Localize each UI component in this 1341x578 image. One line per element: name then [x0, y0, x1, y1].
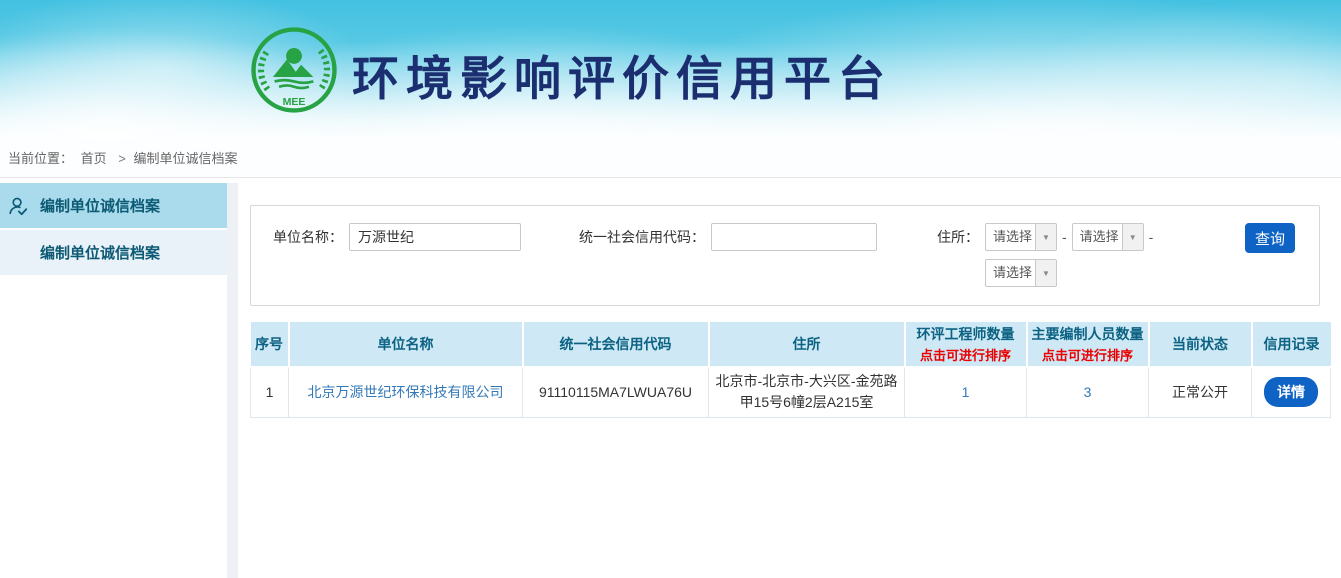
credit-code-label: 统一社会信用代码： [579, 223, 705, 251]
cell-credit-code: 91110115MA7LWUA76U [523, 367, 709, 417]
breadcrumb-separator: > [118, 151, 126, 166]
mee-logo: MEE [250, 26, 338, 114]
cell-address: 北京市-北京市-大兴区-金苑路甲15号6幢2层A215室 [709, 367, 905, 417]
chevron-down-icon: ▼ [1035, 224, 1056, 250]
credit-code-input[interactable] [711, 223, 877, 251]
sidebar-divider [227, 183, 238, 578]
col-header-status: 当前状态 [1149, 322, 1252, 367]
address-select-group: 请选择 ▼ - 请选择 ▼ - 请选择 [985, 223, 1158, 295]
col-header-engineer-count: 环评工程师数量 点击可进行排序 [905, 322, 1027, 367]
results-table: 序号 单位名称 统一社会信用代码 住所 环评工程师数量 点击可进行排序 主要编制… [250, 322, 1331, 418]
staff-count-sort[interactable]: 点击可进行排序 [1032, 345, 1144, 364]
address-dash: - [1149, 223, 1154, 251]
sidebar-subitem-unit-credit-archive[interactable]: 编制单位诚信档案 [0, 230, 227, 275]
engineer-count-link[interactable]: 1 [962, 384, 970, 400]
unit-name-label: 单位名称： [273, 223, 343, 251]
table-row: 1 北京万源世纪环保科技有限公司 91110115MA7LWUA76U 北京市-… [251, 367, 1331, 417]
col-header-credit-code: 统一社会信用代码 [523, 322, 709, 367]
breadcrumb-prefix: 当前位置： [8, 151, 73, 166]
col-header-unit-name: 单位名称 [289, 322, 523, 367]
site-title: 环境影响评价信用平台 [352, 40, 892, 109]
content: 编制单位诚信档案 编制单位诚信档案 单位名称： 统一社会信用代码： 住所： [0, 183, 1341, 578]
col-header-credit-record: 信用记录 [1252, 322, 1331, 367]
page: MEE 环境影响评价信用平台 当前位置： 首页 > 编制单位诚信档案 编制单位诚… [0, 0, 1341, 578]
cell-status: 正常公开 [1149, 367, 1252, 417]
sidebar-item-unit-credit-archive[interactable]: 编制单位诚信档案 [0, 183, 227, 228]
sidebar-item-label: 编制单位诚信档案 [40, 195, 160, 216]
staff-count-link[interactable]: 3 [1084, 384, 1092, 400]
query-button[interactable]: 查询 [1245, 223, 1295, 253]
cell-index: 1 [251, 367, 289, 417]
user-check-icon [7, 195, 29, 217]
sidebar-subitem-label: 编制单位诚信档案 [40, 242, 160, 263]
address-label: 住所： [937, 223, 979, 251]
chevron-down-icon: ▼ [1035, 260, 1056, 286]
mee-emblem-icon: MEE [250, 26, 338, 114]
unit-name-link[interactable]: 北京万源世纪环保科技有限公司 [308, 384, 504, 400]
breadcrumb-current: 编制单位诚信档案 [134, 151, 238, 166]
city-select[interactable]: 请选择 ▼ [1072, 223, 1144, 251]
sidebar: 编制单位诚信档案 编制单位诚信档案 [0, 183, 227, 578]
engineer-count-sort[interactable]: 点击可进行排序 [910, 345, 1022, 364]
col-header-staff-count: 主要编制人员数量 点击可进行排序 [1027, 322, 1149, 367]
svg-text:MEE: MEE [283, 96, 306, 108]
breadcrumb: 当前位置： 首页 > 编制单位诚信档案 [0, 140, 1341, 178]
address-dash: - [1062, 223, 1067, 251]
unit-name-input[interactable] [349, 223, 521, 251]
site-header: MEE 环境影响评价信用平台 [0, 0, 1341, 140]
main: 单位名称： 统一社会信用代码： 住所： 请选择 ▼ - [238, 183, 1341, 578]
table-header-row: 序号 单位名称 统一社会信用代码 住所 环评工程师数量 点击可进行排序 主要编制… [251, 322, 1331, 367]
province-select[interactable]: 请选择 ▼ [985, 223, 1057, 251]
chevron-down-icon: ▼ [1122, 224, 1143, 250]
col-header-address: 住所 [709, 322, 905, 367]
breadcrumb-home-link[interactable]: 首页 [81, 151, 107, 166]
search-panel: 单位名称： 统一社会信用代码： 住所： 请选择 ▼ - [250, 205, 1320, 306]
detail-button[interactable]: 详情 [1264, 377, 1318, 407]
district-select[interactable]: 请选择 ▼ [985, 259, 1057, 287]
col-header-index: 序号 [251, 322, 289, 367]
